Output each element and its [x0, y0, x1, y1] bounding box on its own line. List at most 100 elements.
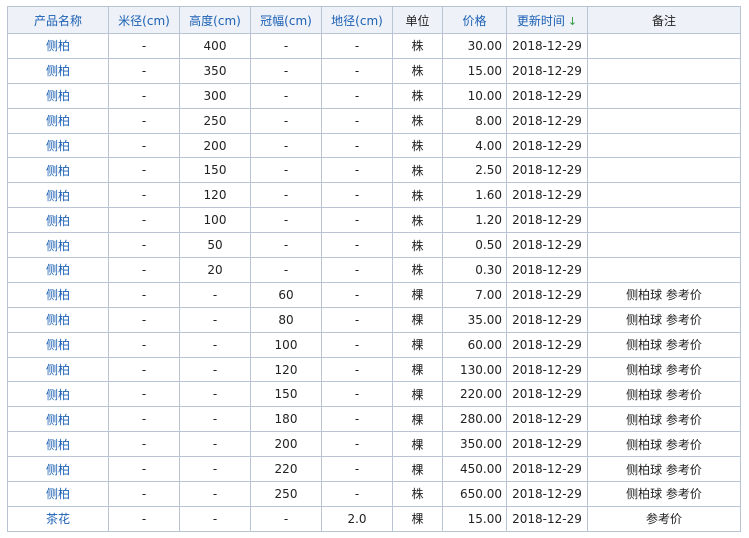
product-name-link[interactable]: 侧柏: [46, 288, 70, 302]
cell-unit: 棵: [392, 431, 443, 458]
cell-height: 250: [179, 107, 251, 134]
product-name-link[interactable]: 侧柏: [46, 139, 70, 153]
cell-height: 150: [179, 157, 251, 184]
cell-height: 350: [179, 57, 251, 84]
cell-unit: 棵: [392, 381, 443, 408]
cell-price: 0.30: [442, 257, 507, 283]
cell-name: 侧柏: [7, 157, 109, 184]
product-name-link[interactable]: 侧柏: [46, 413, 70, 427]
sort-by-diameter-link[interactable]: 米径(cm): [118, 14, 170, 28]
cell-diameter: -: [108, 132, 180, 159]
cell-height: -: [179, 456, 251, 483]
column-header-diameter[interactable]: 米径(cm): [108, 6, 180, 34]
product-name-link[interactable]: 侧柏: [46, 463, 70, 477]
cell-diameter: -: [108, 431, 180, 458]
cell-note: [587, 157, 741, 184]
product-name-link[interactable]: 侧柏: [46, 164, 70, 178]
cell-updated: 2018-12-29: [506, 406, 588, 433]
product-name-link[interactable]: 侧柏: [46, 487, 70, 501]
product-name-link[interactable]: 侧柏: [46, 263, 70, 277]
cell-height: -: [179, 356, 251, 383]
cell-unit: 株: [392, 157, 443, 184]
product-name-link[interactable]: 侧柏: [46, 64, 70, 78]
product-name-link[interactable]: 茶花: [46, 512, 70, 526]
cell-note: [587, 82, 741, 109]
cell-ground: -: [321, 406, 393, 433]
cell-diameter: -: [108, 57, 180, 84]
cell-note: 侧柏球 参考价: [587, 481, 741, 507]
table-row: 侧柏 - -80- 棵 35.00 2018-12-29 侧柏球 参考价: [7, 306, 741, 333]
cell-price: 350.00: [442, 431, 507, 458]
header-row: 产品名称 米径(cm) 高度(cm) 冠幅(cm) 地径(cm) 单位 价格 更…: [7, 6, 741, 34]
product-name-link[interactable]: 侧柏: [46, 114, 70, 128]
cell-crown: 80: [250, 306, 322, 333]
cell-unit: 棵: [392, 331, 443, 358]
product-name-link[interactable]: 侧柏: [46, 89, 70, 103]
sort-by-height-link[interactable]: 高度(cm): [189, 14, 241, 28]
cell-updated: 2018-12-29: [506, 33, 588, 59]
cell-ground: -: [321, 381, 393, 408]
sort-by-price-link[interactable]: 价格: [462, 14, 486, 28]
product-name-link[interactable]: 侧柏: [46, 338, 70, 352]
table-body: 侧柏 -400- - 株 30.00 2018-12-29 侧柏 -350- - 株 15.00 20…: [7, 33, 741, 532]
cell-ground: -: [321, 306, 393, 333]
product-name-link[interactable]: 侧柏: [46, 388, 70, 402]
cell-name: 侧柏: [7, 281, 109, 308]
cell-unit: 株: [392, 57, 443, 84]
sort-by-crown-link[interactable]: 冠幅(cm): [260, 14, 312, 28]
cell-crown: -: [250, 33, 322, 59]
cell-updated: 2018-12-29: [506, 182, 588, 209]
cell-diameter: -: [108, 157, 180, 184]
cell-crown: -: [250, 157, 322, 184]
column-header-name[interactable]: 产品名称: [7, 6, 109, 34]
sort-by-updated-link[interactable]: 更新时间: [517, 14, 565, 28]
cell-note: [587, 232, 741, 259]
cell-updated: 2018-12-29: [506, 481, 588, 507]
cell-diameter: -: [108, 257, 180, 283]
cell-updated: 2018-12-29: [506, 207, 588, 234]
table-row: 侧柏 -20- - 株 0.30 2018-12-29: [7, 257, 741, 283]
cell-diameter: -: [108, 207, 180, 234]
cell-name: 侧柏: [7, 107, 109, 134]
cell-note: 参考价: [587, 505, 741, 532]
table-row: 侧柏 - -120- 棵 130.00 2018-12-29 侧柏球 参考价: [7, 356, 741, 383]
product-name-link[interactable]: 侧柏: [46, 363, 70, 377]
sort-by-ground-link[interactable]: 地径(cm): [331, 14, 383, 28]
cell-ground: -: [321, 207, 393, 234]
cell-note: 侧柏球 参考价: [587, 431, 741, 458]
table-row: 侧柏 -200- - 株 4.00 2018-12-29: [7, 132, 741, 159]
cell-price: 60.00: [442, 331, 507, 358]
table-row: 侧柏 - -200- 棵 350.00 2018-12-29 侧柏球 参考价: [7, 431, 741, 458]
column-header-price[interactable]: 价格: [442, 6, 507, 34]
column-header-crown[interactable]: 冠幅(cm): [250, 6, 322, 34]
cell-crown: 100: [250, 331, 322, 358]
cell-crown: -: [250, 257, 322, 283]
cell-updated: 2018-12-29: [506, 505, 588, 532]
table-row: 茶花 - - -2.0 棵 15.00 2018-12-29 参考价: [7, 505, 741, 532]
cell-updated: 2018-12-29: [506, 381, 588, 408]
product-name-link[interactable]: 侧柏: [46, 214, 70, 228]
column-header-ground[interactable]: 地径(cm): [321, 6, 393, 34]
cell-crown: -: [250, 107, 322, 134]
cell-ground: -: [321, 182, 393, 209]
product-name-link[interactable]: 侧柏: [46, 189, 70, 203]
price-table-container: 产品名称 米径(cm) 高度(cm) 冠幅(cm) 地径(cm) 单位 价格 更…: [7, 6, 741, 532]
table-row: 侧柏 - -100- 棵 60.00 2018-12-29 侧柏球 参考价: [7, 331, 741, 358]
cell-crown: 200: [250, 431, 322, 458]
table-row: 侧柏 - -150- 棵 220.00 2018-12-29 侧柏球 参考价: [7, 381, 741, 408]
product-name-link[interactable]: 侧柏: [46, 239, 70, 253]
table-row: 侧柏 -250- - 株 8.00 2018-12-29: [7, 107, 741, 134]
column-header-height[interactable]: 高度(cm): [179, 6, 251, 34]
column-header-updated[interactable]: 更新时间 ↓: [506, 6, 588, 34]
cell-note: 侧柏球 参考价: [587, 406, 741, 433]
cell-unit: 株: [392, 132, 443, 159]
cell-unit: 株: [392, 481, 443, 507]
product-name-link[interactable]: 侧柏: [46, 438, 70, 452]
product-name-link[interactable]: 侧柏: [46, 39, 70, 53]
product-name-link[interactable]: 侧柏: [46, 313, 70, 327]
cell-note: 侧柏球 参考价: [587, 356, 741, 383]
sort-by-name-link[interactable]: 产品名称: [34, 14, 82, 28]
cell-note: [587, 132, 741, 159]
cell-crown: 180: [250, 406, 322, 433]
cell-unit: 株: [392, 232, 443, 259]
